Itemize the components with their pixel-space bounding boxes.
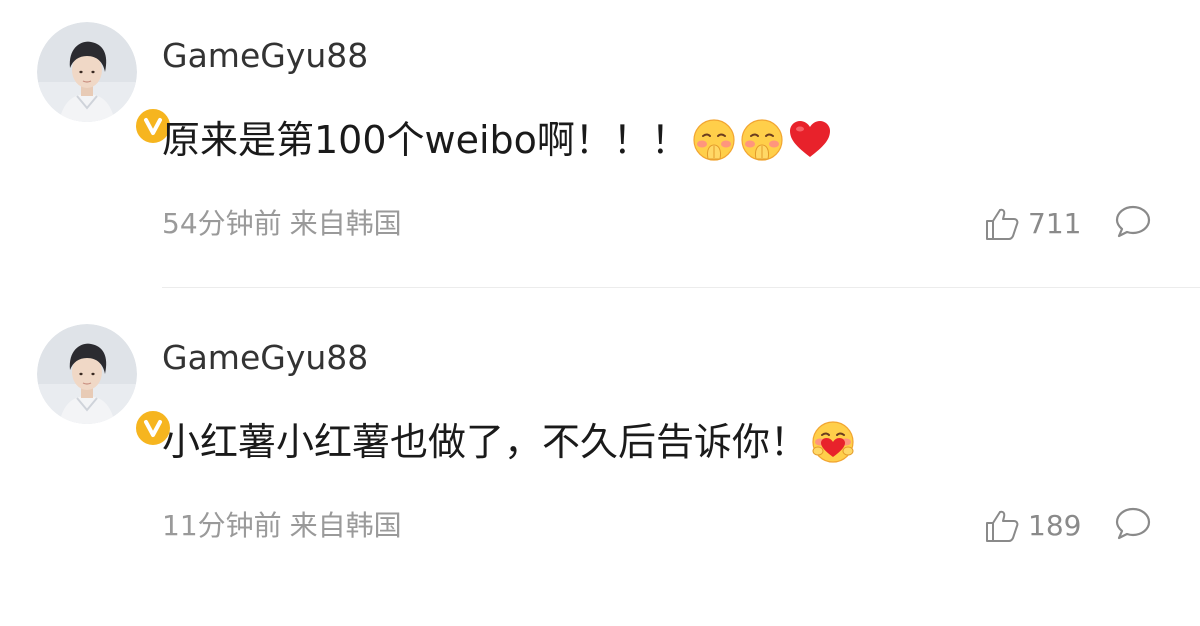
comment-item: GameGyu88 小红薯小红薯也做了，不久后告诉你！ 11分钟前 来自韩国 18… (0, 302, 1200, 602)
reply-button[interactable] (1114, 203, 1152, 241)
username[interactable]: GameGyu88 (162, 36, 368, 76)
comment-meta: 11分钟前 来自韩国 (162, 506, 402, 546)
shy-covering-mouth-emoji-icon (691, 117, 737, 163)
hugging-heart-emoji-icon (810, 419, 856, 465)
comment-text: 小红薯小红薯也做了，不久后告诉你！ (162, 420, 809, 464)
thumbs-up-icon (986, 510, 1019, 542)
user-avatar-image (37, 324, 137, 424)
comment-text-line: 小红薯小红薯也做了，不久后告诉你！ (162, 416, 856, 468)
red-heart-emoji-icon (787, 117, 833, 163)
reply-button[interactable] (1114, 505, 1152, 543)
comment-time: 11分钟前 (162, 509, 282, 542)
avatar[interactable] (37, 22, 173, 146)
like-count: 189 (1028, 509, 1082, 542)
like-count: 711 (1028, 207, 1082, 240)
shy-covering-mouth-emoji-icon (739, 117, 785, 163)
divider (162, 287, 1200, 288)
comment-bubble-icon (1115, 205, 1151, 238)
avatar[interactable] (37, 324, 173, 448)
user-avatar-image (37, 22, 137, 122)
like-button[interactable]: 711 (984, 203, 1081, 245)
comment-location: 来自韩国 (289, 509, 402, 542)
thumbs-up-icon (986, 208, 1019, 240)
comment-location: 来自韩国 (289, 207, 402, 240)
comment-bubble-icon (1115, 507, 1151, 540)
comment-time: 54分钟前 (162, 207, 282, 240)
like-button[interactable]: 189 (984, 505, 1081, 547)
comment-text-line: 原来是第100个weibo啊！！！ (162, 114, 833, 166)
comment-meta: 54分钟前 来自韩国 (162, 204, 402, 244)
comment-text: 原来是第100个weibo啊！！！ (162, 118, 689, 162)
comment-item: GameGyu88 原来是第100个weibo啊！！！ 54分钟前 来自韩国 7… (0, 0, 1200, 300)
username[interactable]: GameGyu88 (162, 338, 368, 378)
